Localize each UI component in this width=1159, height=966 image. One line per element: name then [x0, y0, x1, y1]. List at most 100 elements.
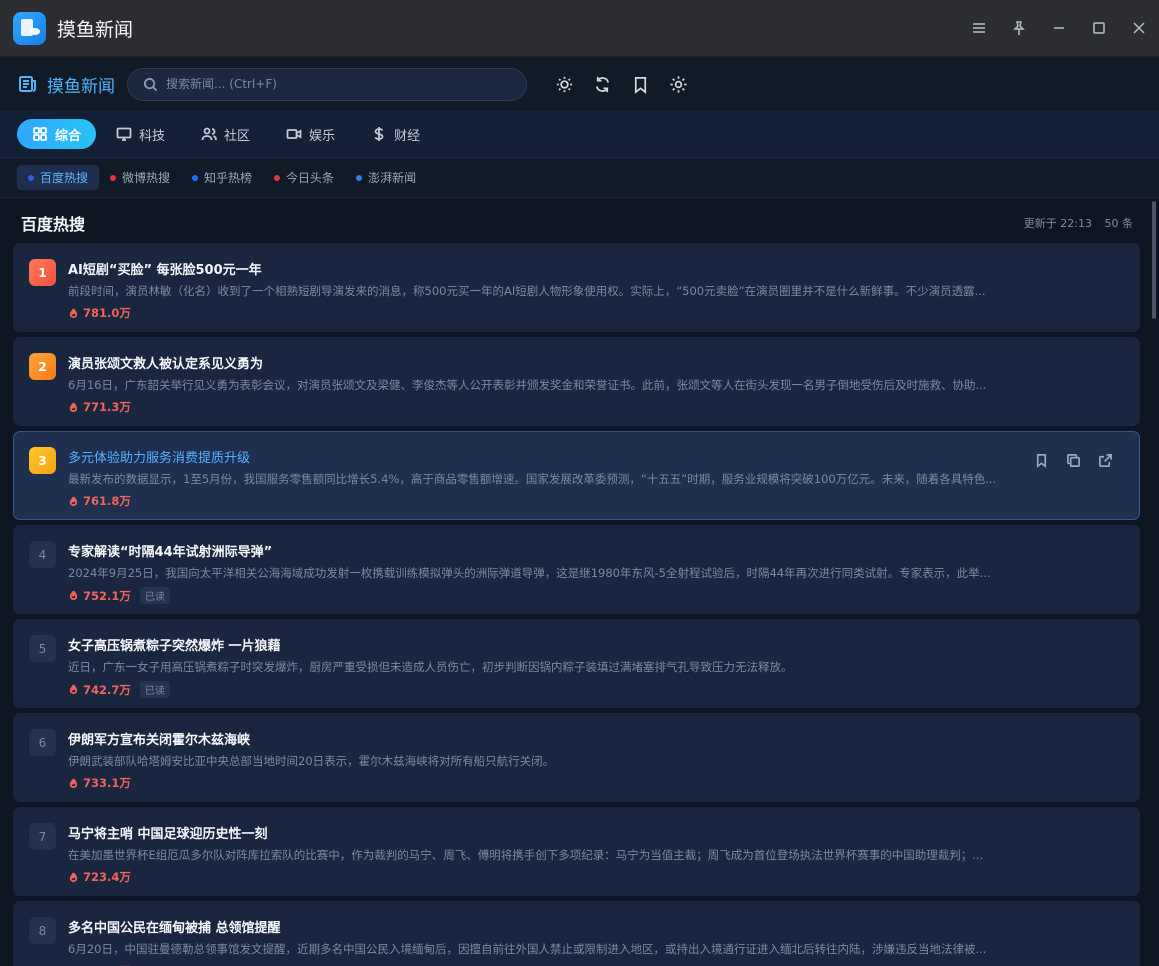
hot-score: 781.0万	[68, 305, 131, 321]
tab-label: 科技	[139, 128, 166, 144]
tab-label: 综合	[55, 128, 82, 144]
bookmarks-button[interactable]	[621, 65, 659, 103]
window-titlebar: 摸鱼新闻	[0, 0, 1159, 57]
flame-icon	[69, 402, 78, 412]
newspaper-icon	[19, 76, 36, 92]
flame-icon	[69, 778, 78, 788]
rank-badge: 4	[29, 541, 56, 568]
menu-icon[interactable]	[959, 8, 999, 48]
news-footer: 761.8万	[68, 493, 131, 509]
news-title[interactable]: 女子高压锅煮粽子突然爆炸 一片狼藉	[68, 635, 281, 654]
hot-value: 781.0万	[83, 306, 131, 320]
news-footer: 723.4万	[68, 869, 131, 885]
tab-tech[interactable]: 科技	[100, 119, 181, 149]
app-logo-icon	[13, 11, 46, 45]
source-baidu[interactable]: 百度热搜	[17, 165, 100, 190]
search-input[interactable]	[166, 77, 506, 91]
flame-icon	[69, 308, 78, 318]
news-summary: 最新发布的数据显示，1至5月份，我国服务零售额同比增长5.4%，高于商品零售额增…	[68, 472, 997, 486]
flame-icon	[69, 496, 78, 506]
pin-icon[interactable]	[999, 8, 1039, 48]
copy-button[interactable]	[1057, 449, 1089, 471]
news-summary: 2024年9月25日，我国向太平洋相关公海海域成功发射一枚携载训练模拟弹头的洲际…	[68, 566, 991, 580]
hot-score: 771.3万	[68, 399, 131, 415]
hot-score: 752.1万	[68, 588, 131, 604]
rank-badge: 2	[29, 353, 56, 380]
tab-finance[interactable]: 财经	[355, 119, 436, 149]
news-title[interactable]: AI短剧“买脸” 每张脸500元一年	[68, 259, 262, 278]
news-card[interactable]: 2 演员张颂文救人被认定系见义勇为 6月16日，广东韶关举行见义勇为表彰会议，对演员…	[13, 337, 1140, 426]
news-title[interactable]: 演员张颂文救人被认定系见义勇为	[68, 353, 263, 372]
tab-label: 社区	[224, 128, 251, 144]
source-label: 知乎热榜	[204, 171, 253, 185]
read-badge: 已读	[139, 587, 170, 604]
news-content: 百度热搜 更新于 22:13 50 条 1 AI短剧“买脸” 每张脸500元一年前…	[0, 198, 1159, 966]
window-title: 摸鱼新闻	[57, 18, 134, 41]
external-link-icon	[1098, 453, 1112, 467]
updated-time: 更新于 22:13	[1023, 217, 1092, 230]
news-summary: 在美加墨世界杯E组厄瓜多尔队对阵库拉索队的比赛中，作为裁判的马宁、周飞、傅明将携…	[68, 848, 984, 862]
news-summary: 伊朗武装部队哈塔姆安比亚中央总部当地时间20日表示，霍尔木兹海峡将对所有船只航行…	[68, 754, 555, 768]
news-title[interactable]: 马宁将主哨 中国足球迎历史性一刻	[68, 823, 268, 842]
news-summary: 6月16日，广东韶关举行见义勇为表彰会议，对演员张颂文及梁健、李俊杰等人公开表彰…	[68, 378, 987, 392]
news-card[interactable]: 5 女子高压锅煮粽子突然爆炸 一片狼藉 近日，广东一女子用高压锅煮粽子时突发爆炸，厨…	[13, 619, 1140, 708]
scrollbar-thumb[interactable]	[1152, 201, 1156, 319]
open-external-button[interactable]	[1089, 449, 1121, 471]
news-summary: 6月20日，中国驻曼德勒总领事馆发文提醒，近期多名中国公民入境缅甸后，因擅自前往…	[68, 942, 987, 956]
list-header: 百度热搜 更新于 22:13 50 条	[0, 198, 1159, 248]
source-label: 百度热搜	[40, 171, 89, 185]
tab-entertainment[interactable]: 娱乐	[270, 119, 351, 149]
news-card[interactable]: 3 多元体验助力服务消费提质升级 最新发布的数据显示，1至5月份，我国服务零售额同比…	[13, 431, 1140, 520]
list-meta: 更新于 22:13 50 条	[1024, 215, 1133, 231]
copy-icon	[1066, 453, 1080, 467]
dollar-icon	[374, 127, 384, 141]
close-icon[interactable]	[1119, 8, 1159, 48]
source-zhihu[interactable]: 知乎热榜	[181, 165, 263, 190]
bookmark-button[interactable]	[1025, 449, 1057, 471]
rank-badge: 8	[29, 917, 56, 944]
news-title[interactable]: 专家解读“时隔44年试射洲际导弹”	[68, 541, 272, 560]
gear-icon	[669, 75, 687, 93]
source-thepaper[interactable]: 澎湃新闻	[345, 165, 427, 190]
rank-badge: 7	[29, 823, 56, 850]
minimize-icon[interactable]	[1039, 8, 1079, 48]
source-weibo[interactable]: 微博热搜	[99, 165, 181, 190]
news-title[interactable]: 伊朗军方宣布关闭霍尔木兹海峡	[68, 729, 250, 748]
refresh-button[interactable]	[583, 65, 621, 103]
news-card[interactable]: 7 马宁将主哨 中国足球迎历史性一刻在美加墨世界杯E组厄瓜多尔队对阵库拉索队的比赛…	[13, 807, 1140, 896]
tab-comprehensive[interactable]: 综合	[17, 119, 97, 149]
rank-badge: 6	[29, 729, 56, 756]
tab-label: 娱乐	[309, 128, 336, 144]
hot-value: 761.8万	[83, 494, 131, 508]
news-footer: 742.7万 已读	[68, 681, 170, 698]
news-footer: 752.1万 已读	[68, 587, 170, 604]
source-label: 澎湃新闻	[368, 171, 417, 185]
source-toutiao[interactable]: 今日头条	[263, 165, 345, 190]
hot-score: 761.8万	[68, 493, 131, 509]
item-count: 50 条	[1104, 217, 1134, 230]
news-card[interactable]: 4 专家解读“时隔44年试射洲际导弹” 2024年9月25日，我国向太平洋相关公海海…	[13, 525, 1140, 614]
source-dot	[110, 174, 117, 181]
rank-badge: 1	[29, 259, 56, 286]
source-dot	[356, 174, 363, 181]
hot-value: 771.3万	[83, 400, 131, 414]
search-box[interactable]	[127, 67, 527, 101]
news-card[interactable]: 6 伊朗军方宣布关闭霍尔木兹海峡伊朗武装部队哈塔姆安比亚中央总部当地时间20日表示…	[13, 713, 1140, 802]
tab-community[interactable]: 社区	[185, 119, 266, 149]
settings-button[interactable]	[659, 65, 697, 103]
news-summary: 近日，广东一女子用高压锅煮粽子时突发爆炸，厨房严重受损但未造成人员伤亡，初步判断…	[68, 660, 793, 674]
hot-value: 742.7万	[83, 682, 131, 697]
hot-score: 742.7万	[68, 682, 131, 698]
bookmark-icon	[634, 76, 646, 94]
news-card[interactable]: 1 AI短剧“买脸” 每张脸500元一年 前段时间，演员林敏（化名）收到了一个相熟短…	[13, 243, 1140, 332]
maximize-icon[interactable]	[1079, 8, 1119, 48]
bookmark-icon	[1036, 453, 1046, 468]
news-card[interactable]: 8 多名中国公民在缅甸被捕 总领馆提醒 6月20日，中国驻曼德勒总领事馆发文提醒，近…	[13, 901, 1140, 966]
brand-name: 摸鱼新闻	[47, 76, 115, 97]
theme-toggle-button[interactable]	[545, 65, 583, 103]
hot-value: 723.4万	[83, 870, 131, 884]
news-footer: 733.1万	[68, 775, 131, 791]
news-title[interactable]: 多元体验助力服务消费提质升级	[68, 447, 250, 466]
news-title[interactable]: 多名中国公民在缅甸被捕 总领馆提醒	[68, 917, 281, 936]
flame-icon	[69, 684, 78, 695]
